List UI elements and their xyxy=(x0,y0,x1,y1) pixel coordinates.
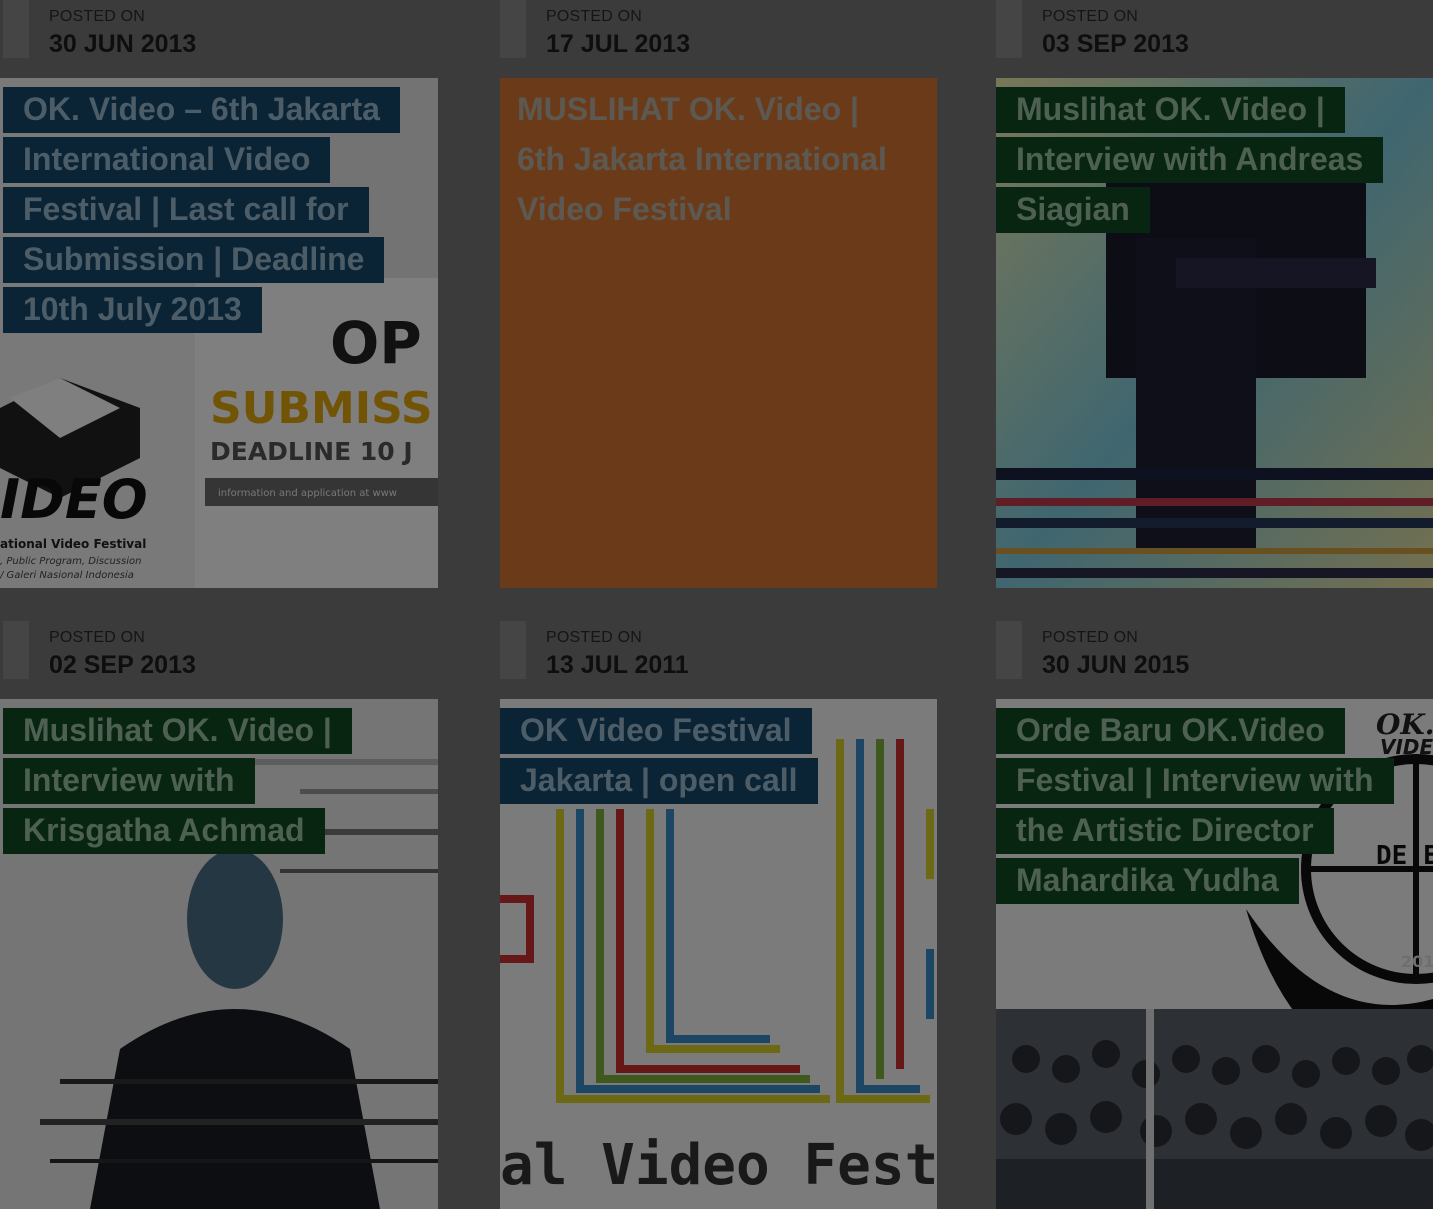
thumb-text-info: information and application at www xyxy=(218,488,397,499)
post-meta: POSTED ON 03 SEP 2013 xyxy=(993,0,1431,60)
post-date: 13 JUL 2011 xyxy=(546,651,689,679)
thumb-text-program: , Public Program, Discussion xyxy=(0,556,141,567)
thumb-text-festival: al Video Fest: xyxy=(500,1133,937,1198)
post-date: 30 JUN 2015 xyxy=(1042,651,1190,679)
post-title[interactable]: Muslihat OK. Video | Interview with Andr… xyxy=(996,84,1432,234)
post-card[interactable]: POSTED ON 03 SEP 2013 Muslihat OK. Video… xyxy=(993,0,1433,588)
post-meta: POSTED ON 30 JUN 2015 xyxy=(993,621,1431,681)
posted-on-label: POSTED ON xyxy=(1042,629,1139,646)
post-title[interactable]: Muslihat OK. Video | Interview with Kris… xyxy=(3,705,383,855)
thumb-text-gallery: / Galeri Nasional Indonesia xyxy=(0,570,134,581)
meta-bar xyxy=(3,0,29,58)
post-title-text[interactable]: Muslihat OK. Video | Interview with Kris… xyxy=(3,708,352,854)
meta-bar xyxy=(500,621,526,679)
post-date: 17 JUL 2013 xyxy=(546,30,691,58)
post-meta: POSTED ON 02 SEP 2013 xyxy=(0,621,438,681)
post-card[interactable]: POSTED ON 02 SEP 2013 Muslihat OK. Video… xyxy=(0,621,438,1209)
post-card[interactable]: POSTED ON 17 JUL 2013 MUSLIHAT OK. Video… xyxy=(497,0,937,588)
post-meta: POSTED ON 13 JUL 2011 xyxy=(497,621,935,681)
post-title-text[interactable]: OK Video Festival Jakarta | open call xyxy=(500,708,818,804)
post-title-text[interactable]: OK. Video – 6th Jakarta International Vi… xyxy=(3,87,400,333)
post-meta: POSTED ON 30 JUN 2013 xyxy=(0,0,438,60)
post-card[interactable]: POSTED ON 30 JUN 2013 OP SUBMISS DEADLIN… xyxy=(0,0,438,588)
post-card[interactable]: POSTED ON 13 JUL 2011 al Video Fest: OK … xyxy=(497,621,937,1209)
post-title-text[interactable]: Orde Baru OK.Video Festival | Interview … xyxy=(996,708,1394,904)
post-title-text[interactable]: Muslihat OK. Video | Interview with Andr… xyxy=(996,87,1384,233)
thumb-text-submiss: SUBMISS xyxy=(210,383,433,434)
post-card[interactable]: POSTED ON 30 JUN 2015 OK. VIDE DE E 201 xyxy=(993,621,1433,1209)
thumb-text-year: 201 xyxy=(1401,952,1433,971)
thumb-text-festival: ational Video Festival xyxy=(0,537,146,551)
post-date: 02 SEP 2013 xyxy=(49,651,196,679)
post-title[interactable]: OK. Video – 6th Jakarta International Vi… xyxy=(3,84,433,334)
post-title[interactable]: Orde Baru OK.Video Festival | Interview … xyxy=(996,705,1416,905)
post-date: 30 JUN 2013 xyxy=(49,30,197,58)
posted-on-label: POSTED ON xyxy=(546,629,643,646)
thumb-text-deadline: DEADLINE 10 J xyxy=(210,437,413,466)
thumb-text-ideo: IDEO xyxy=(0,468,148,531)
posted-on-label: POSTED ON xyxy=(1042,8,1139,25)
posted-on-label: POSTED ON xyxy=(49,629,146,646)
meta-bar xyxy=(996,0,1022,58)
meta-bar xyxy=(996,621,1022,679)
posted-on-label: POSTED ON xyxy=(49,8,146,25)
post-title-text[interactable]: MUSLIHAT OK. Video | 6th Jakarta Interna… xyxy=(500,87,907,233)
post-title[interactable]: OK Video Festival Jakarta | open call xyxy=(500,705,860,805)
post-date: 03 SEP 2013 xyxy=(1042,30,1189,58)
post-title[interactable]: MUSLIHAT OK. Video | 6th Jakarta Interna… xyxy=(500,84,900,234)
post-meta: POSTED ON 17 JUL 2013 xyxy=(497,0,935,60)
posted-on-label: POSTED ON xyxy=(546,8,643,25)
meta-bar xyxy=(500,0,526,58)
meta-bar xyxy=(3,621,29,679)
post-grid: POSTED ON 30 JUN 2013 OP SUBMISS DEADLIN… xyxy=(0,0,1433,1209)
